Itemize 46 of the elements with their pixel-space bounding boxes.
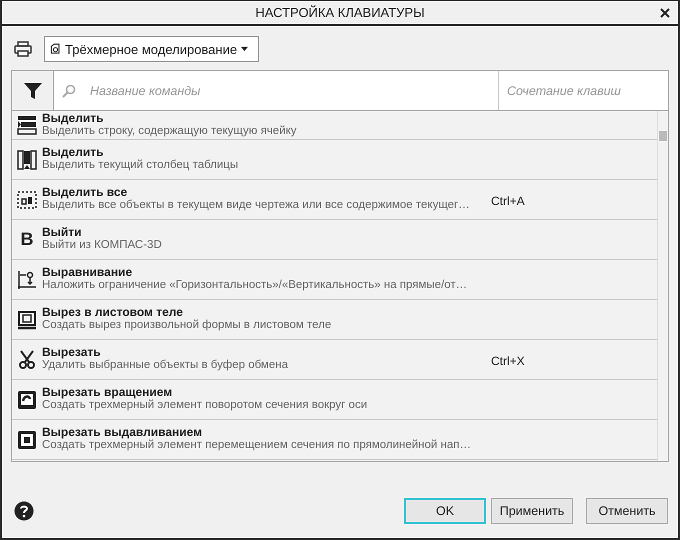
align-icon	[17, 270, 37, 290]
close-icon[interactable]	[660, 8, 670, 18]
command-description: Создать трехмерный элемент перемещением сечения по прямолинейной нап…	[42, 439, 472, 451]
command-name: Выравнивание	[42, 265, 134, 279]
scrollbar-thumb[interactable]	[659, 131, 667, 141]
search-icon	[62, 84, 76, 98]
select-all-icon	[17, 190, 37, 210]
command-name: Выделить	[42, 111, 104, 125]
shortcut-text: Ctrl+A	[491, 194, 525, 208]
command-name: Вырезать	[42, 345, 102, 359]
command-description: Выйти из КОМПАС-3D	[42, 239, 163, 251]
command-name: Выделить	[42, 145, 104, 159]
apply-button[interactable]: Применить	[491, 498, 573, 524]
command-name: Вырез в листовом теле	[42, 305, 184, 319]
command-description: Создать трехмерный элемент поворотом сечения вокруг оси	[42, 399, 368, 411]
command-name: Выделить все	[42, 185, 128, 199]
sheet-cut-icon	[17, 310, 37, 330]
command-name: Вырезать вращением	[42, 385, 174, 399]
command-description: Выделить все объекты в текущем виде чертежа или все содержимое текущег…	[42, 199, 471, 211]
search-field[interactable]: Название команды	[88, 82, 498, 98]
help-icon[interactable]	[14, 501, 34, 521]
scrollbar[interactable]	[657, 111, 668, 461]
filter-button[interactable]	[12, 71, 54, 110]
shortcut-text: Ctrl+X	[491, 354, 525, 368]
ok-button[interactable]: OK	[404, 498, 486, 524]
printer-icon[interactable]	[14, 41, 32, 57]
letter-icon: B	[20, 229, 34, 250]
column-select-icon	[17, 150, 37, 170]
extrude-cut-icon	[17, 430, 37, 450]
command-description: Создать вырез произвольной формы в листовом теле	[42, 319, 332, 331]
command-name: Выйти	[42, 225, 83, 239]
command-description: Выделить текущий столбец таблицы	[42, 159, 240, 171]
caret-icon	[241, 46, 248, 52]
command-row[interactable]: Выделить Выделить строку, содержащую текущую ячейку	[12, 111, 657, 140]
command-description: Наложить ограничение «Горизонтальность»/«Вертикальность» на прямые/от…	[42, 279, 468, 291]
mode-dropdown[interactable]: Трёхмерное моделирование	[44, 36, 259, 62]
window-title: НАСТРОЙКА КЛАВИАТУРЫ	[255, 5, 425, 20]
cancel-button[interactable]: Отменить	[586, 498, 668, 524]
command-description: Выделить строку, содержащую текущую ячейку	[42, 125, 298, 137]
filter-icon	[22, 80, 42, 100]
row-select-icon	[17, 115, 37, 135]
command-name: Вырезать выдавливанием	[42, 425, 204, 439]
shortcut-field[interactable]: Сочетание клавиш	[499, 71, 668, 110]
revolve-cut-icon	[17, 390, 37, 410]
command-description: Удалить выбранные объекты в буфер обмена	[42, 359, 289, 371]
scissors-icon	[17, 350, 37, 370]
